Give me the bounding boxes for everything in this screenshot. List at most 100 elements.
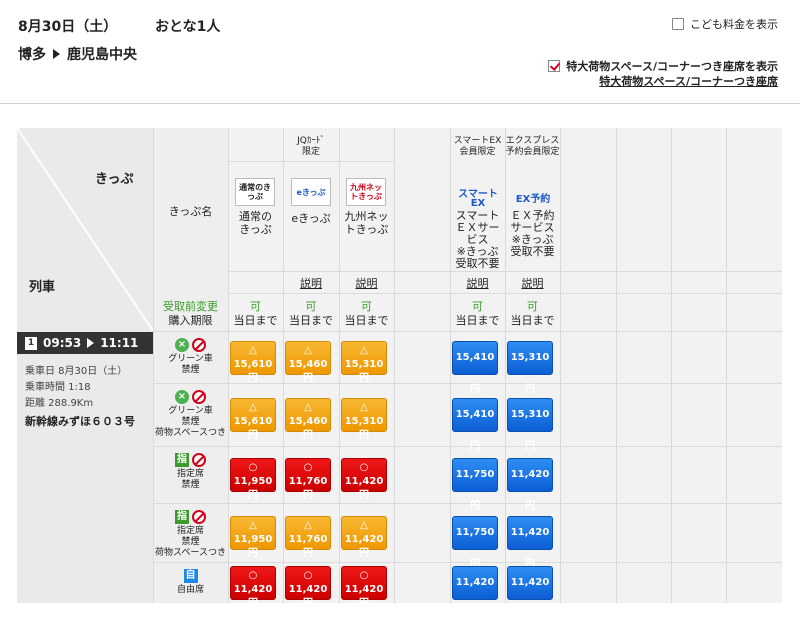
passenger-count: おとな1人 (155, 19, 221, 35)
fare-price: 11,750円 (455, 469, 495, 512)
availability-mark: △ (249, 345, 257, 356)
fare-select-button[interactable]: △ 15,460円 (285, 341, 331, 384)
fare-price: 15,310円 (344, 416, 384, 441)
ride-duration: 乗車時間 1:18 (25, 382, 91, 393)
arrow-right-icon (53, 49, 60, 59)
fare-select-button[interactable]: ○ 11,420円 (230, 566, 276, 609)
smartex-explain-link[interactable]: 説明 (450, 275, 505, 291)
boarding-date: 乗車日 8月30日（土） (25, 366, 128, 377)
seat-type-text: 禁煙 (181, 417, 200, 427)
child-fare-checkbox[interactable] (672, 18, 684, 30)
smartex-limit: 当日まで (455, 314, 500, 327)
fare-price: 15,610円 (233, 416, 273, 441)
e-ticket-logo: eきっぷ (291, 178, 331, 206)
limit-label: 購入期限 (168, 314, 213, 327)
fare-price: 11,950円 (233, 534, 273, 559)
reserved-seat-icon: 指 (175, 510, 189, 524)
fare-select-button[interactable]: △ 11,420円 (341, 516, 387, 559)
seat-type-cell: 指指定席 禁煙 (153, 453, 228, 491)
fare-select-button[interactable]: 11,750円 (452, 516, 498, 570)
non-reserved-seat-icon: 自 (183, 569, 198, 583)
fare-price: 15,410円 (455, 352, 495, 395)
origin-station: 博多 (18, 47, 46, 63)
fare-select-button[interactable]: ○ 11,760円 (285, 458, 331, 501)
seat-type-text: グリーン車 (168, 354, 213, 364)
fare-price: 15,610円 (233, 359, 273, 384)
fare-price: 15,410円 (455, 409, 495, 452)
fare-select-button[interactable]: 11,420円 (507, 566, 553, 617)
seat-type-text: 指定席 (176, 469, 204, 479)
fare-select-button[interactable]: 15,410円 (452, 341, 498, 395)
e-limit: 当日まで (289, 314, 333, 327)
fare-price: 15,460円 (288, 416, 328, 441)
seat-type-cell: × グリーン車 禁煙 荷物スペースつき (153, 390, 228, 439)
fare-select-button[interactable]: 15,310円 (507, 341, 553, 395)
availability-mark: △ (249, 402, 257, 413)
fare-price: 11,420円 (344, 534, 384, 559)
availability-mark: △ (249, 520, 257, 531)
fare-price: 11,420円 (344, 584, 384, 609)
fare-select-button[interactable]: 11,420円 (507, 458, 553, 512)
fare-select-button[interactable]: △ 15,610円 (230, 398, 276, 441)
fare-price: 11,420円 (233, 584, 273, 609)
availability-mark: △ (360, 520, 368, 531)
no-smoking-icon (192, 510, 206, 524)
fare-select-button[interactable]: △ 15,460円 (285, 398, 331, 441)
destination-station: 鹿児島中央 (67, 47, 137, 63)
fare-select-button[interactable]: ○ 11,420円 (341, 566, 387, 609)
no-smoking-icon (192, 453, 206, 467)
fare-select-button[interactable]: △ 15,310円 (341, 341, 387, 384)
train-index-badge: 1 (25, 336, 37, 350)
fare-price: 15,460円 (288, 359, 328, 384)
e-ticket-explain-link[interactable]: 説明 (283, 275, 339, 291)
fare-select-button[interactable]: ○ 11,420円 (285, 566, 331, 609)
fare-price: 15,310円 (344, 359, 384, 384)
seat-type-text: 自由席 (176, 585, 204, 595)
ex-logo: EX予約 (515, 193, 551, 205)
fare-select-button[interactable]: 15,410円 (452, 398, 498, 452)
ex-note: エクスプレス 予約会員限定 (505, 136, 560, 157)
fare-select-button[interactable]: 11,750円 (452, 458, 498, 512)
fare-select-button[interactable]: 11,420円 (507, 516, 553, 570)
fare-select-button[interactable]: ○ 11,420円 (341, 458, 387, 501)
seat-type-text: 禁煙 (181, 537, 200, 547)
fare-price: 11,760円 (288, 534, 328, 559)
reserved-seat-icon: 指 (175, 453, 189, 467)
no-smoking-icon (192, 390, 206, 404)
availability-mark: △ (304, 520, 312, 531)
ex-ticket-name: ＥＸ予約 サービス ※きっぷ 受取不要 (510, 209, 555, 258)
oversize-checkbox[interactable] (548, 60, 561, 72)
fare-price: 11,760円 (288, 476, 328, 501)
fare-price: 11,420円 (510, 469, 550, 512)
seat-type-cell: × グリーン車 禁煙 (153, 338, 228, 376)
search-summary-header: 8月30日（土） おとな1人 博多 鹿児島中央 こども料金を表示 特大荷物スペー… (0, 0, 800, 104)
fare-select-button[interactable]: △ 15,610円 (230, 341, 276, 384)
seat-type-text: グリーン車 (168, 406, 213, 416)
distance: 距離 288.9Km (25, 398, 94, 409)
availability-mark: ○ (359, 570, 369, 581)
ex-explain-link[interactable]: 説明 (505, 275, 560, 291)
kyushu-ticket-explain-link[interactable]: 説明 (339, 275, 394, 291)
fare-select-button[interactable]: △ 11,950円 (230, 516, 276, 559)
train-time-bar[interactable]: 1 09:53 11:11 (17, 332, 153, 354)
normal-limit: 当日まで (233, 314, 278, 327)
fare-select-button[interactable]: 11,420円 (452, 566, 498, 617)
seat-type-text: 荷物スペースつき (155, 548, 226, 558)
fare-price: 15,310円 (510, 409, 550, 452)
availability-mark: ○ (248, 462, 258, 473)
oversize-info-link[interactable]: 特大荷物スペース/コーナーつき座席 (599, 73, 778, 89)
fare-price: 11,950円 (233, 476, 273, 501)
fare-select-button[interactable]: 15,310円 (507, 398, 553, 452)
kippu-header: きっぷ (95, 172, 134, 187)
fare-select-button[interactable]: △ 15,310円 (341, 398, 387, 441)
green-car-icon: × (175, 390, 189, 404)
child-fare-toggle[interactable]: こども料金を表示 (672, 16, 778, 32)
oversize-toggle[interactable]: 特大荷物スペース/コーナーつき座席を表示 (548, 58, 778, 74)
seat-type-text: 指定席 (176, 526, 204, 536)
kyushu-limit: 当日まで (344, 314, 389, 327)
fare-select-button[interactable]: △ 11,760円 (285, 516, 331, 559)
fare-select-button[interactable]: ○ 11,950円 (230, 458, 276, 501)
fare-price: 15,310円 (510, 352, 550, 395)
green-car-icon: × (175, 338, 189, 352)
fare-table: きっぷ 列車 きっぷ名 受取前変更 購入期限 通常のきっぷ 通常の きっぷ JQｶ… (17, 128, 782, 617)
